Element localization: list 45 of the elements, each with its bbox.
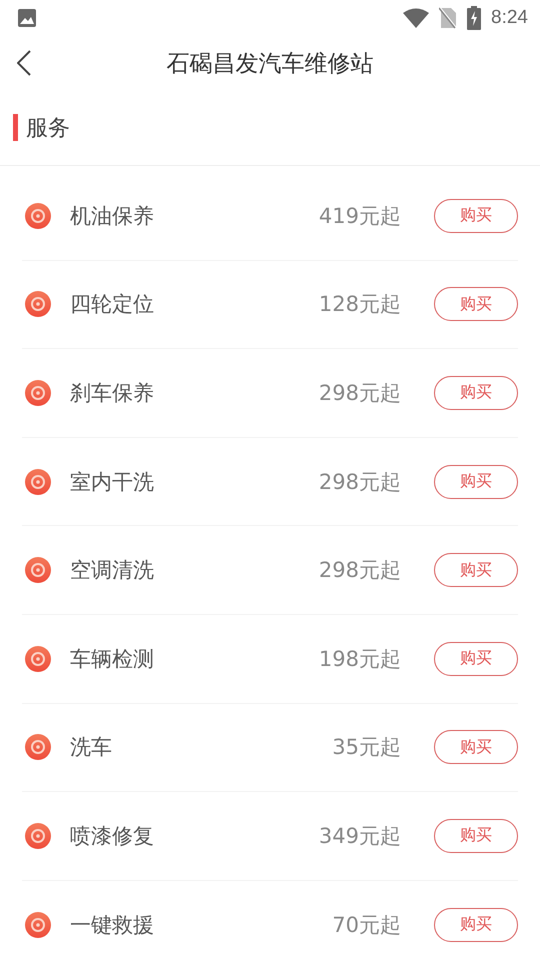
buy-button[interactable]: 购买 (434, 376, 518, 410)
buy-button[interactable]: 购买 (434, 642, 518, 676)
section-title: 服务 (26, 114, 70, 142)
service-price: 298元起 (318, 557, 401, 584)
service-name: 空调清洗 (70, 557, 154, 584)
buy-button[interactable]: 购买 (434, 198, 518, 233)
wheel-icon (24, 822, 52, 850)
battery-icon (467, 6, 482, 30)
section-marker (13, 114, 18, 141)
buy-button[interactable]: 购买 (434, 818, 518, 853)
buy-button[interactable]: 购买 (434, 287, 518, 322)
wheel-icon (24, 910, 52, 939)
service-price: 128元起 (318, 291, 401, 318)
service-price: 298元起 (318, 380, 401, 407)
wheel-icon (24, 378, 52, 407)
service-name: 刹车保养 (70, 380, 154, 407)
wheel-icon (24, 202, 52, 230)
no-sim-icon (439, 7, 458, 29)
buy-button[interactable]: 购买 (434, 730, 518, 764)
service-name: 室内干洗 (70, 468, 154, 496)
buy-button[interactable]: 购买 (434, 908, 518, 942)
service-price: 298元起 (318, 468, 401, 496)
service-name: 车辆检测 (70, 646, 154, 673)
service-name: 机油保养 (70, 202, 154, 230)
wheel-icon (24, 468, 52, 496)
wheel-icon (24, 733, 52, 762)
service-name: 喷漆修复 (70, 822, 154, 850)
service-price: 198元起 (318, 646, 401, 673)
wheel-icon (24, 556, 52, 584)
service-name: 洗车 (70, 734, 112, 762)
service-price: 349元起 (318, 822, 401, 850)
wheel-icon (24, 290, 52, 318)
image-icon (17, 8, 37, 28)
page-title: 石碣昌发汽车维修站 (166, 50, 374, 78)
status-time: 8:24 (491, 7, 528, 29)
service-name: 一键救援 (70, 912, 154, 939)
service-price: 419元起 (318, 202, 401, 230)
service-price: 35元起 (332, 734, 401, 762)
service-price: 70元起 (332, 912, 401, 939)
wifi-icon (403, 8, 430, 28)
back-icon[interactable] (17, 50, 31, 76)
wheel-icon (24, 644, 52, 673)
buy-button[interactable]: 购买 (434, 553, 518, 588)
service-name: 四轮定位 (70, 291, 154, 318)
buy-button[interactable]: 购买 (434, 464, 518, 499)
